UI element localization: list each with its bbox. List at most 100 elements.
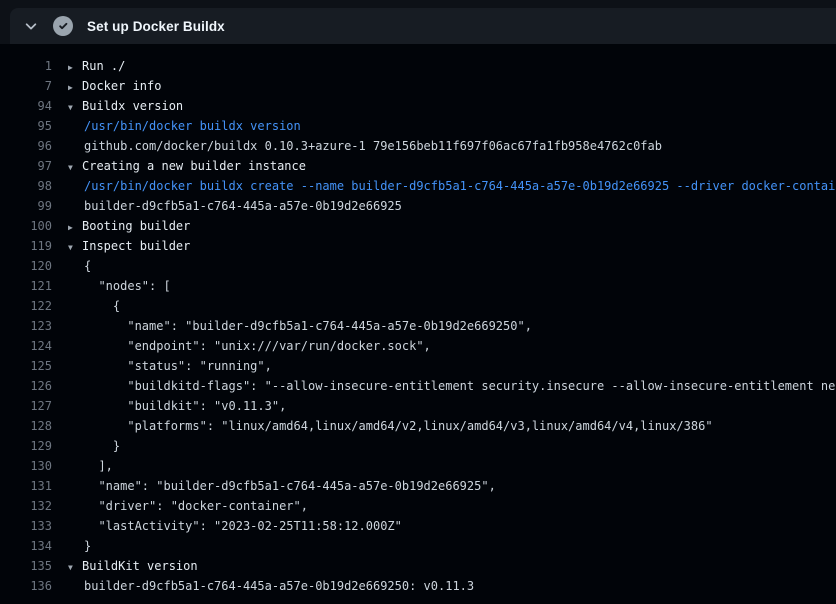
log-group-line: 7 ▶Docker info [0, 76, 836, 96]
collapse-arrow-icon[interactable]: ▼ [68, 98, 82, 118]
line-number-link[interactable]: 97 [0, 156, 52, 176]
line-number-link[interactable]: 119 [0, 236, 52, 256]
log-text-cell: ], [68, 456, 113, 476]
log-text-cell: "nodes": [ [68, 276, 171, 296]
log-text: "endpoint": "unix:///var/run/docker.sock… [84, 339, 431, 353]
log-text: builder-d9cfb5a1-c764-445a-a57e-0b19d2e6… [84, 199, 402, 213]
log-line: 98/usr/bin/docker buildx create --name b… [0, 176, 836, 196]
log-group-line: 100 ▶Booting builder [0, 216, 836, 236]
log-text-cell: "platforms": "linux/amd64,linux/amd64/v2… [68, 416, 713, 436]
log-text: Booting builder [82, 219, 190, 233]
log-line: 126 "buildkitd-flags": "--allow-insecure… [0, 376, 836, 396]
collapse-arrow-icon[interactable]: ▼ [68, 238, 82, 258]
log-group-line: 1 ▶Run ./ [0, 56, 836, 76]
log-text-cell: "lastActivity": "2023-02-25T11:58:12.000… [68, 516, 402, 536]
log-text: github.com/docker/buildx 0.10.3+azure-1 … [84, 139, 662, 153]
log-text-cell: github.com/docker/buildx 0.10.3+azure-1 … [68, 136, 662, 156]
log-group-line: 119 ▼Inspect builder [0, 236, 836, 256]
log-group-line: 97 ▼Creating a new builder instance [0, 156, 836, 176]
line-number-link[interactable]: 133 [0, 516, 52, 536]
log-text-cell: "buildkitd-flags": "--allow-insecure-ent… [68, 376, 836, 396]
expand-arrow-icon[interactable]: ▶ [68, 218, 82, 238]
log-text: /usr/bin/docker buildx create --name bui… [84, 179, 836, 193]
line-number-link[interactable]: 98 [0, 176, 52, 196]
log-text: "lastActivity": "2023-02-25T11:58:12.000… [84, 519, 402, 533]
log-group-toggle[interactable]: ▶Docker info [68, 76, 161, 96]
log-text: Buildx version [82, 99, 183, 113]
check-circle-icon [53, 16, 73, 36]
log-text: ], [84, 459, 113, 473]
log-text-cell: /usr/bin/docker buildx create --name bui… [68, 176, 836, 196]
log-line: 121 "nodes": [ [0, 276, 836, 296]
log-text: Run ./ [82, 59, 125, 73]
log-line: 128 "platforms": "linux/amd64,linux/amd6… [0, 416, 836, 436]
actions-log-viewer: Set up Docker Buildx 1▶Run ./7▶Docker in… [0, 0, 836, 596]
log-group-toggle[interactable]: ▼BuildKit version [68, 556, 198, 576]
log-line: 136 builder-d9cfb5a1-c764-445a-a57e-0b19d… [0, 576, 836, 596]
log-text-cell: "endpoint": "unix:///var/run/docker.sock… [68, 336, 431, 356]
log-text: Creating a new builder instance [82, 159, 306, 173]
log-line: 132 "driver": "docker-container", [0, 496, 836, 516]
log-group-toggle[interactable]: ▶Booting builder [68, 216, 190, 236]
line-number-link[interactable]: 135 [0, 556, 52, 576]
log-text-cell: /usr/bin/docker buildx version [68, 116, 301, 136]
line-number-link[interactable]: 128 [0, 416, 52, 436]
log-text: { [84, 299, 120, 313]
line-number-link[interactable]: 129 [0, 436, 52, 456]
line-number-link[interactable]: 124 [0, 336, 52, 356]
log-text: "status": "running", [84, 359, 272, 373]
collapse-arrow-icon[interactable]: ▼ [68, 558, 82, 578]
line-number-link[interactable]: 100 [0, 216, 52, 236]
line-number-link[interactable]: 7 [0, 76, 52, 96]
line-number-link[interactable]: 134 [0, 536, 52, 556]
line-number-link[interactable]: 123 [0, 316, 52, 336]
line-number-link[interactable]: 96 [0, 136, 52, 156]
line-number-link[interactable]: 127 [0, 396, 52, 416]
line-number-link[interactable]: 121 [0, 276, 52, 296]
line-number-link[interactable]: 122 [0, 296, 52, 316]
line-number-link[interactable]: 130 [0, 456, 52, 476]
log-group-toggle[interactable]: ▼Creating a new builder instance [68, 156, 306, 176]
line-number-link[interactable]: 125 [0, 356, 52, 376]
collapse-arrow-icon[interactable]: ▼ [68, 158, 82, 178]
line-number-link[interactable]: 131 [0, 476, 52, 496]
log-line: 96 github.com/docker/buildx 0.10.3+azure-… [0, 136, 836, 156]
log-text: "name": "builder-d9cfb5a1-c764-445a-a57e… [84, 319, 532, 333]
log-text: } [84, 439, 120, 453]
log-text: "buildkitd-flags": "--allow-insecure-ent… [84, 379, 836, 393]
log-line: 99 builder-d9cfb5a1-c764-445a-a57e-0b19d2… [0, 196, 836, 216]
step-header-gutter: Set up Docker Buildx [0, 0, 836, 44]
line-number-link[interactable]: 1 [0, 56, 52, 76]
line-number-link[interactable]: 94 [0, 96, 52, 116]
log-line: 124 "endpoint": "unix:///var/run/docker.… [0, 336, 836, 356]
log-group-toggle[interactable]: ▼Buildx version [68, 96, 183, 116]
log-group-line: 135 ▼BuildKit version [0, 556, 836, 576]
line-number-link[interactable]: 99 [0, 196, 52, 216]
expand-arrow-icon[interactable]: ▶ [68, 58, 82, 78]
log-text: /usr/bin/docker buildx version [84, 119, 301, 133]
line-number-link[interactable]: 136 [0, 576, 52, 596]
log-text: "platforms": "linux/amd64,linux/amd64/v2… [84, 419, 713, 433]
line-number-link[interactable]: 120 [0, 256, 52, 276]
log-text-cell: builder-d9cfb5a1-c764-445a-a57e-0b19d2e6… [68, 576, 474, 596]
log-text-cell: { [68, 296, 120, 316]
line-number-link[interactable]: 95 [0, 116, 52, 136]
log-text-cell: "driver": "docker-container", [68, 496, 308, 516]
log-text-cell: } [68, 536, 91, 556]
chevron-down-icon[interactable] [24, 19, 38, 33]
log-line: 127 "buildkit": "v0.11.3", [0, 396, 836, 416]
log-group-toggle[interactable]: ▼Inspect builder [68, 236, 190, 256]
log-line: 133 "lastActivity": "2023-02-25T11:58:12… [0, 516, 836, 536]
log-text: "nodes": [ [84, 279, 171, 293]
step-header[interactable]: Set up Docker Buildx [10, 8, 836, 44]
log-text: "name": "builder-d9cfb5a1-c764-445a-a57e… [84, 479, 496, 493]
log-group-line: 94 ▼Buildx version [0, 96, 836, 116]
log-text: Inspect builder [82, 239, 190, 253]
log-text-cell: { [68, 256, 91, 276]
line-number-link[interactable]: 132 [0, 496, 52, 516]
expand-arrow-icon[interactable]: ▶ [68, 78, 82, 98]
log-line: 95/usr/bin/docker buildx version [0, 116, 836, 136]
line-number-link[interactable]: 126 [0, 376, 52, 396]
log-group-toggle[interactable]: ▶Run ./ [68, 56, 125, 76]
log-line: 134} [0, 536, 836, 556]
